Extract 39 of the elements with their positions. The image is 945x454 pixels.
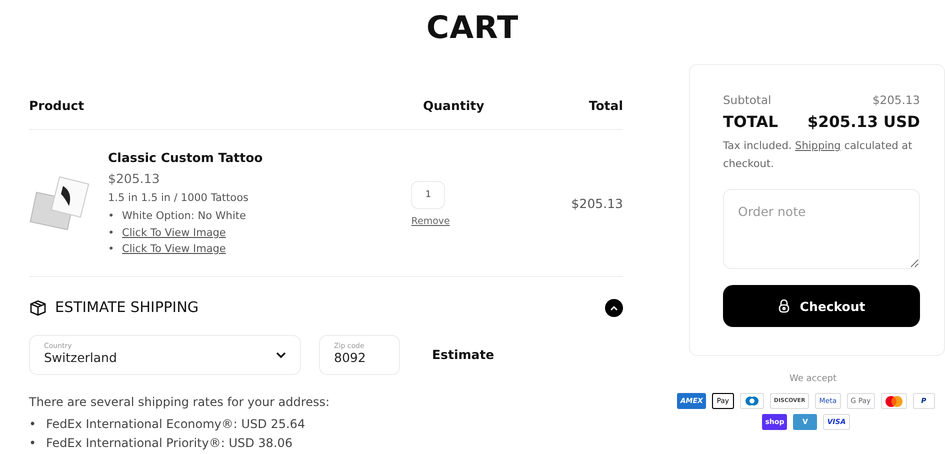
total-label: TOTAL bbox=[723, 113, 778, 131]
line-total: $205.13 bbox=[571, 196, 623, 212]
lock-icon bbox=[778, 299, 790, 313]
subtotal-value: $205.13 bbox=[872, 93, 920, 107]
chevron-up-icon bbox=[610, 304, 618, 310]
page-title: CART bbox=[425, 9, 520, 48]
bullet: • bbox=[108, 209, 116, 224]
column-header: Quantity bbox=[423, 98, 486, 113]
column-header: Total bbox=[588, 98, 623, 113]
payments-title: We accept bbox=[788, 374, 838, 384]
total-value: $205.13 USD bbox=[807, 113, 920, 131]
bullet: • bbox=[29, 434, 38, 452]
bullet: • bbox=[29, 416, 38, 432]
view-image-link[interactable]: Click To View Image bbox=[122, 226, 226, 238]
shipping-rate: FedEx International Priority®: USD 38.06 bbox=[46, 436, 293, 450]
chevron-down-icon bbox=[276, 352, 286, 358]
estimate-button[interactable]: Estimate bbox=[418, 347, 508, 362]
order-note-field[interactable]: Order note bbox=[723, 189, 920, 269]
column-header: Product bbox=[29, 98, 86, 113]
shipping-rate: FedEx International Economy®: USD 25.64 bbox=[46, 416, 306, 430]
subtotal-label: Subtotal bbox=[723, 93, 772, 107]
product-variant: 1.5 in 1.5 in / 1000 Tattoos bbox=[108, 192, 250, 204]
shipping-link[interactable]: Shipping bbox=[795, 140, 841, 152]
quantity-field[interactable]: 1 bbox=[411, 180, 446, 209]
collapse-toggle[interactable] bbox=[605, 298, 623, 316]
view-image-link[interactable]: Click To View Image bbox=[122, 243, 226, 255]
section-title: ESTIMATE SHIPPING bbox=[55, 300, 200, 316]
checkout-button[interactable]: Checkout bbox=[723, 285, 920, 327]
product-name: Classic Custom Tattoo bbox=[108, 150, 264, 165]
bullet: • bbox=[108, 242, 116, 257]
remove-link[interactable]: Remove bbox=[411, 216, 450, 227]
tax-note: Tax included. Shipping calculated at checkout. bbox=[723, 139, 914, 172]
product-option: White Option: No White bbox=[122, 210, 246, 222]
payment-method-icon bbox=[880, 393, 907, 409]
bullet: • bbox=[108, 226, 116, 240]
product-price: $205.13 bbox=[108, 171, 161, 186]
payment-method-icon bbox=[740, 393, 764, 409]
package-icon bbox=[29, 298, 47, 316]
shipping-message: There are several shipping rates for your address: bbox=[29, 394, 330, 408]
